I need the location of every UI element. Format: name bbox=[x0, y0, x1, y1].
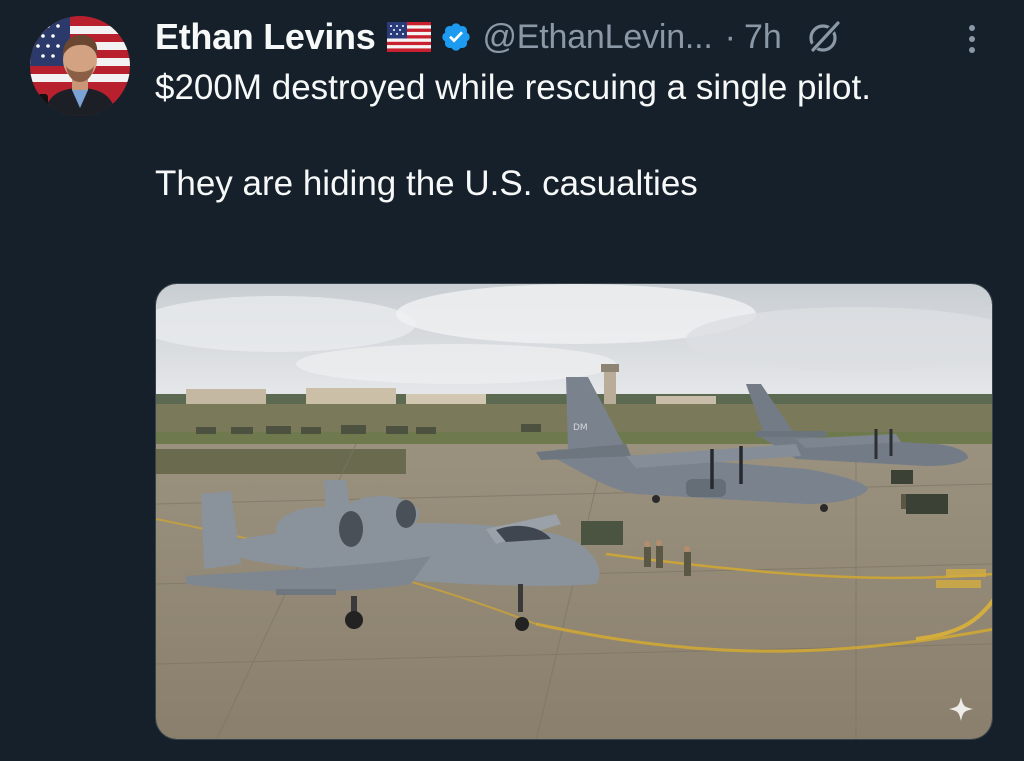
more-options-icon[interactable] bbox=[962, 22, 982, 56]
tweet-header: Ethan Levins @EthanLevin... · 7h bbox=[155, 14, 844, 60]
airfield-photo: DM bbox=[156, 284, 992, 739]
separator-dot: · bbox=[724, 17, 736, 56]
tweet-media-photo[interactable]: DM bbox=[155, 283, 993, 740]
tweet[interactable]: Ethan Levins @EthanLevin... · 7h $200M d… bbox=[0, 0, 1024, 761]
author-avatar[interactable] bbox=[30, 16, 130, 116]
avatar-image bbox=[30, 16, 130, 116]
grok-icon[interactable] bbox=[804, 17, 844, 57]
author-display-name[interactable]: Ethan Levins bbox=[155, 16, 376, 58]
svg-text:DM: DM bbox=[573, 423, 588, 433]
tweet-text: $200M destroyed while rescuing a single … bbox=[155, 64, 985, 208]
author-handle[interactable]: @EthanLevin... bbox=[482, 18, 712, 57]
timestamp[interactable]: 7h bbox=[744, 18, 782, 57]
us-flag-icon bbox=[387, 22, 432, 52]
tweet-text-line-2: They are hiding the U.S. casualties bbox=[155, 164, 698, 203]
tweet-text-line-1: $200M destroyed while rescuing a single … bbox=[155, 68, 871, 107]
verified-badge-icon[interactable] bbox=[440, 21, 472, 53]
